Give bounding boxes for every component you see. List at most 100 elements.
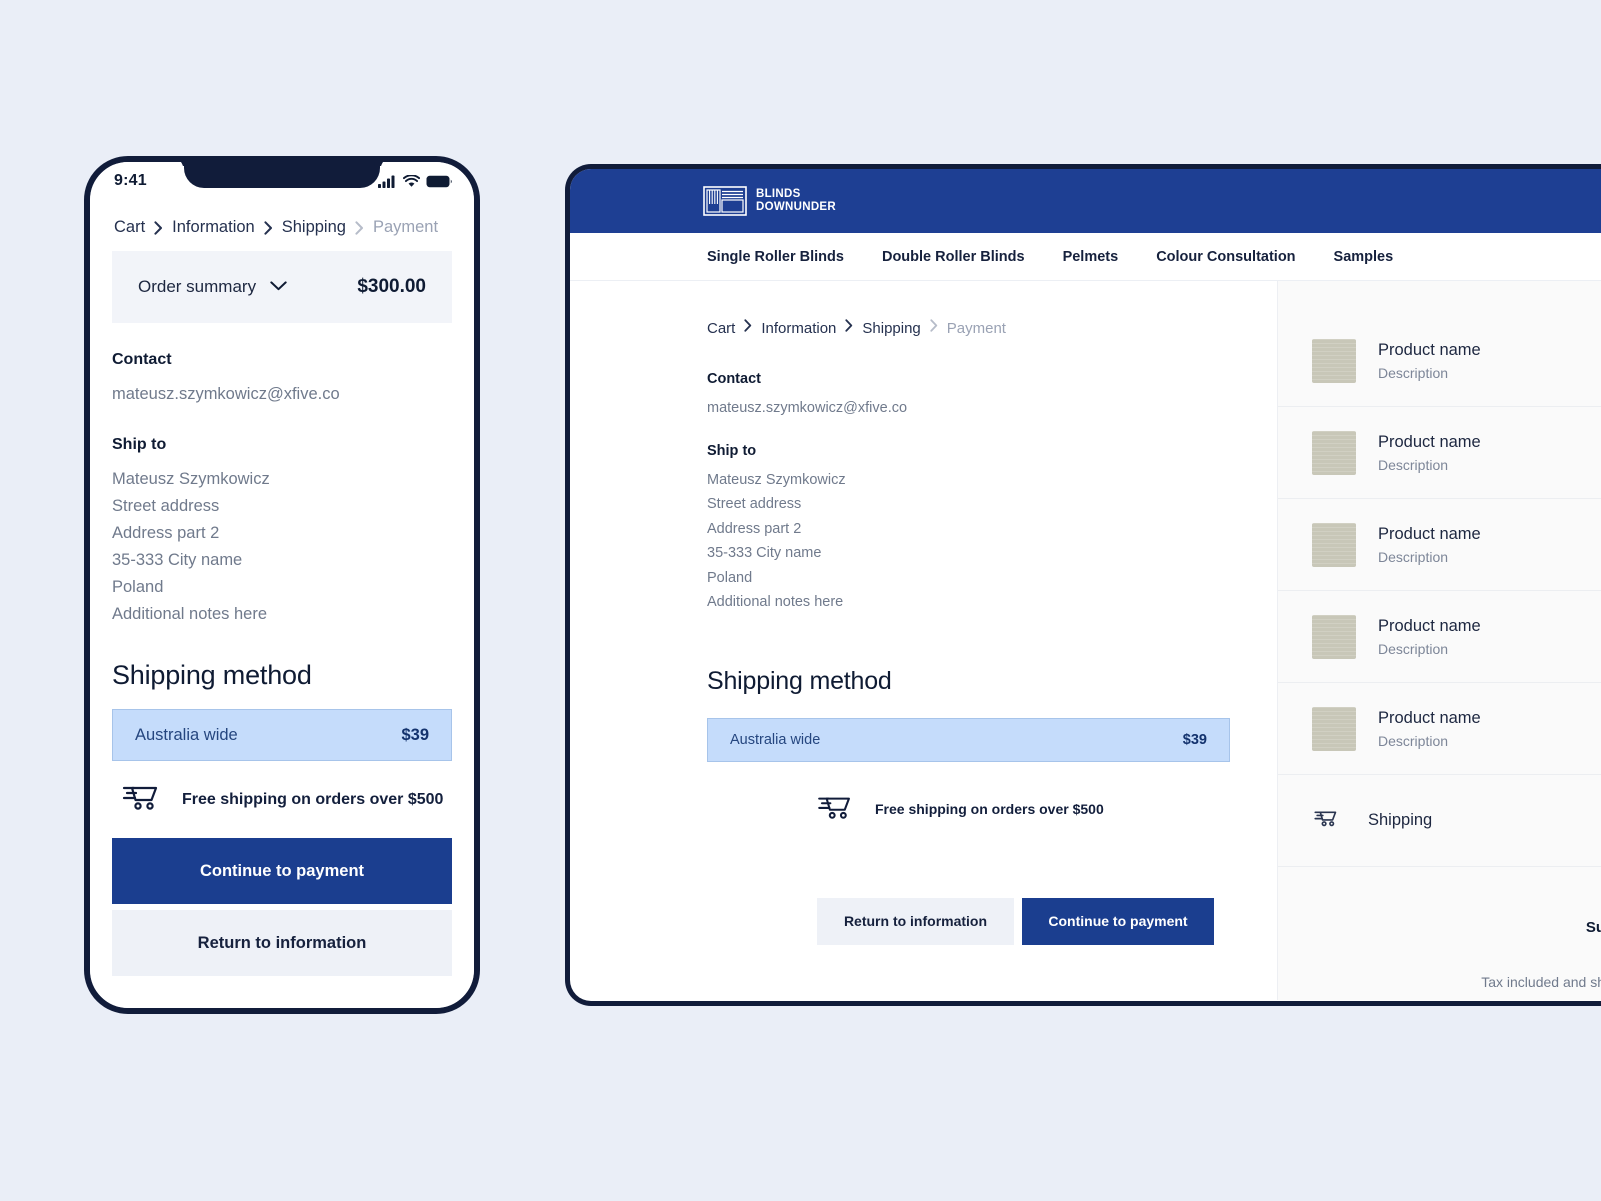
product-description: Description (1378, 364, 1449, 381)
breadcrumb: Cart Information Shipping Payment (112, 200, 452, 251)
phone-content: Cart Information Shipping Payment Order … (90, 200, 474, 976)
return-to-information-button[interactable]: Return to information (112, 910, 452, 976)
product-meta: Product name Description (1378, 433, 1481, 473)
checkout-main-column: Cart Information Shipping Payment Contac… (570, 281, 1277, 1000)
nav-item-samples[interactable]: Samples (1334, 249, 1394, 265)
ship-to-line: Street address (112, 497, 220, 515)
blinds-window-logo-icon (703, 186, 747, 216)
nav-item-pelmets[interactable]: Pelmets (1063, 249, 1119, 265)
nav-item-double-roller-blinds[interactable]: Double Roller Blinds (882, 249, 1025, 265)
chevron-right-icon (355, 220, 364, 235)
list-item[interactable]: Product name Description (1278, 407, 1601, 499)
shipping-method-title: Shipping method (707, 666, 892, 695)
ship-to-line: Mateusz Szymkowicz (707, 471, 846, 488)
breadcrumb-item-cart[interactable]: Cart (114, 218, 145, 237)
order-summary-bar[interactable]: Order summary $300.00 (112, 251, 452, 323)
screenshot-canvas: 9:41 Cart Information Shipping Payment O… (0, 0, 1601, 1201)
battery-icon (426, 175, 452, 187)
product-thumbnail (1312, 522, 1356, 567)
checkout-actions: Return to information Continue to paymen… (707, 897, 1277, 945)
product-name: Product name (1378, 524, 1481, 543)
product-name: Product name (1378, 432, 1481, 451)
sidebar-shipping-label: Shipping (1368, 811, 1433, 829)
ship-to-line: Address part 2 (707, 520, 802, 537)
breadcrumb: Cart Information Shipping Payment (707, 319, 1277, 337)
product-name: Product name (1378, 616, 1481, 635)
product-description: Description (1378, 548, 1449, 565)
shipping-option-australia-wide[interactable]: Australia wide $39 (707, 717, 1230, 762)
chevron-right-icon (264, 220, 273, 235)
cellular-signal-icon (378, 175, 395, 188)
product-thumbnail (1312, 430, 1356, 475)
shipping-option-label: Australia wide (730, 731, 821, 748)
tax-note: Tax included and sh (1481, 974, 1601, 990)
site-header: BLINDS DOWNUNDER (570, 169, 1601, 233)
chevron-right-icon (744, 319, 752, 337)
return-to-information-button[interactable]: Return to information (817, 897, 1014, 945)
order-summary-sidebar: Product name Description Product name De… (1277, 281, 1601, 1000)
ship-to-heading: Ship to (707, 442, 757, 459)
checkout-layout: Cart Information Shipping Payment Contac… (570, 281, 1601, 1000)
nav-item-colour-consultation[interactable]: Colour Consultation (1156, 249, 1295, 265)
shipping-method-title: Shipping method (112, 660, 312, 690)
product-description: Description (1378, 640, 1449, 657)
brand-name-line2: DOWNUNDER (756, 201, 836, 213)
chevron-down-icon (270, 278, 287, 296)
nav-item-single-roller-blinds[interactable]: Single Roller Blinds (707, 249, 844, 265)
ship-to-line: Street address (707, 496, 802, 512)
shipping-option-australia-wide[interactable]: Australia wide $39 (112, 709, 452, 761)
ship-to-line: 35-333 City name (112, 551, 243, 569)
status-time: 9:41 (114, 172, 147, 189)
breadcrumb-item-payment: Payment (946, 319, 1006, 337)
chevron-right-icon (154, 220, 163, 235)
subtotal-label: Su (1585, 919, 1601, 936)
continue-to-payment-button[interactable]: Continue to payment (112, 838, 452, 904)
breadcrumb-item-shipping[interactable]: Shipping (862, 320, 920, 337)
ship-to-line: Mateusz Szymkowicz (112, 470, 270, 488)
sidebar-shipping-row: Shipping (1278, 775, 1601, 867)
list-item[interactable]: Product name Description (1278, 499, 1601, 591)
ship-to-line: Address part 2 (112, 524, 220, 542)
ship-to-line: 35-333 City name (707, 545, 822, 561)
list-item[interactable]: Product name Description (1278, 315, 1601, 407)
list-item[interactable]: Product name Description (1278, 591, 1601, 683)
free-shipping-note: Free shipping on orders over $500 (817, 794, 1277, 825)
breadcrumb-item-information[interactable]: Information (761, 320, 836, 337)
shipping-cart-icon (122, 783, 160, 816)
breadcrumb-item-shipping[interactable]: Shipping (282, 218, 346, 237)
continue-to-payment-button[interactable]: Continue to payment (1022, 897, 1214, 945)
contact-email: mateusz.szymkowicz@xfive.co (112, 385, 340, 403)
product-meta: Product name Description (1378, 341, 1481, 381)
chevron-right-icon (845, 319, 853, 337)
free-shipping-text: Free shipping on orders over $500 (875, 801, 1104, 817)
product-description: Description (1378, 456, 1449, 473)
ship-to-line: Poland (707, 569, 753, 586)
product-thumbnail (1312, 706, 1356, 751)
shipping-option-price: $39 (1182, 731, 1207, 748)
breadcrumb-item-cart[interactable]: Cart (707, 320, 735, 337)
shipping-cart-icon (1314, 809, 1338, 832)
free-shipping-text: Free shipping on orders over $500 (182, 790, 444, 808)
shipping-cart-icon (817, 794, 853, 825)
contact-heading: Contact (112, 351, 172, 368)
product-meta: Product name Description (1378, 617, 1481, 657)
breadcrumb-item-information[interactable]: Information (172, 218, 255, 237)
free-shipping-note: Free shipping on orders over $500 (122, 783, 452, 816)
product-description: Description (1378, 732, 1449, 749)
wifi-icon (403, 174, 420, 187)
status-icons (378, 174, 452, 188)
breadcrumb-item-payment: Payment (372, 218, 439, 236)
list-item[interactable]: Product name Description (1278, 683, 1601, 775)
order-summary-label: Order summary (138, 277, 257, 296)
ship-to-heading: Ship to (112, 436, 167, 453)
phone-status-bar: 9:41 (90, 162, 474, 200)
main-navigation: Single Roller Blinds Double Roller Blind… (570, 233, 1601, 281)
ship-to-line: Additional notes here (707, 594, 844, 610)
brand-logo[interactable]: BLINDS DOWNUNDER (703, 185, 836, 217)
sidebar-totals: Su Tax included and sh (1278, 867, 1601, 990)
order-summary-toggle[interactable]: Order summary (138, 277, 287, 297)
product-thumbnail (1312, 338, 1356, 383)
ship-to-line: Additional notes here (112, 605, 268, 623)
product-thumbnail (1312, 614, 1356, 659)
